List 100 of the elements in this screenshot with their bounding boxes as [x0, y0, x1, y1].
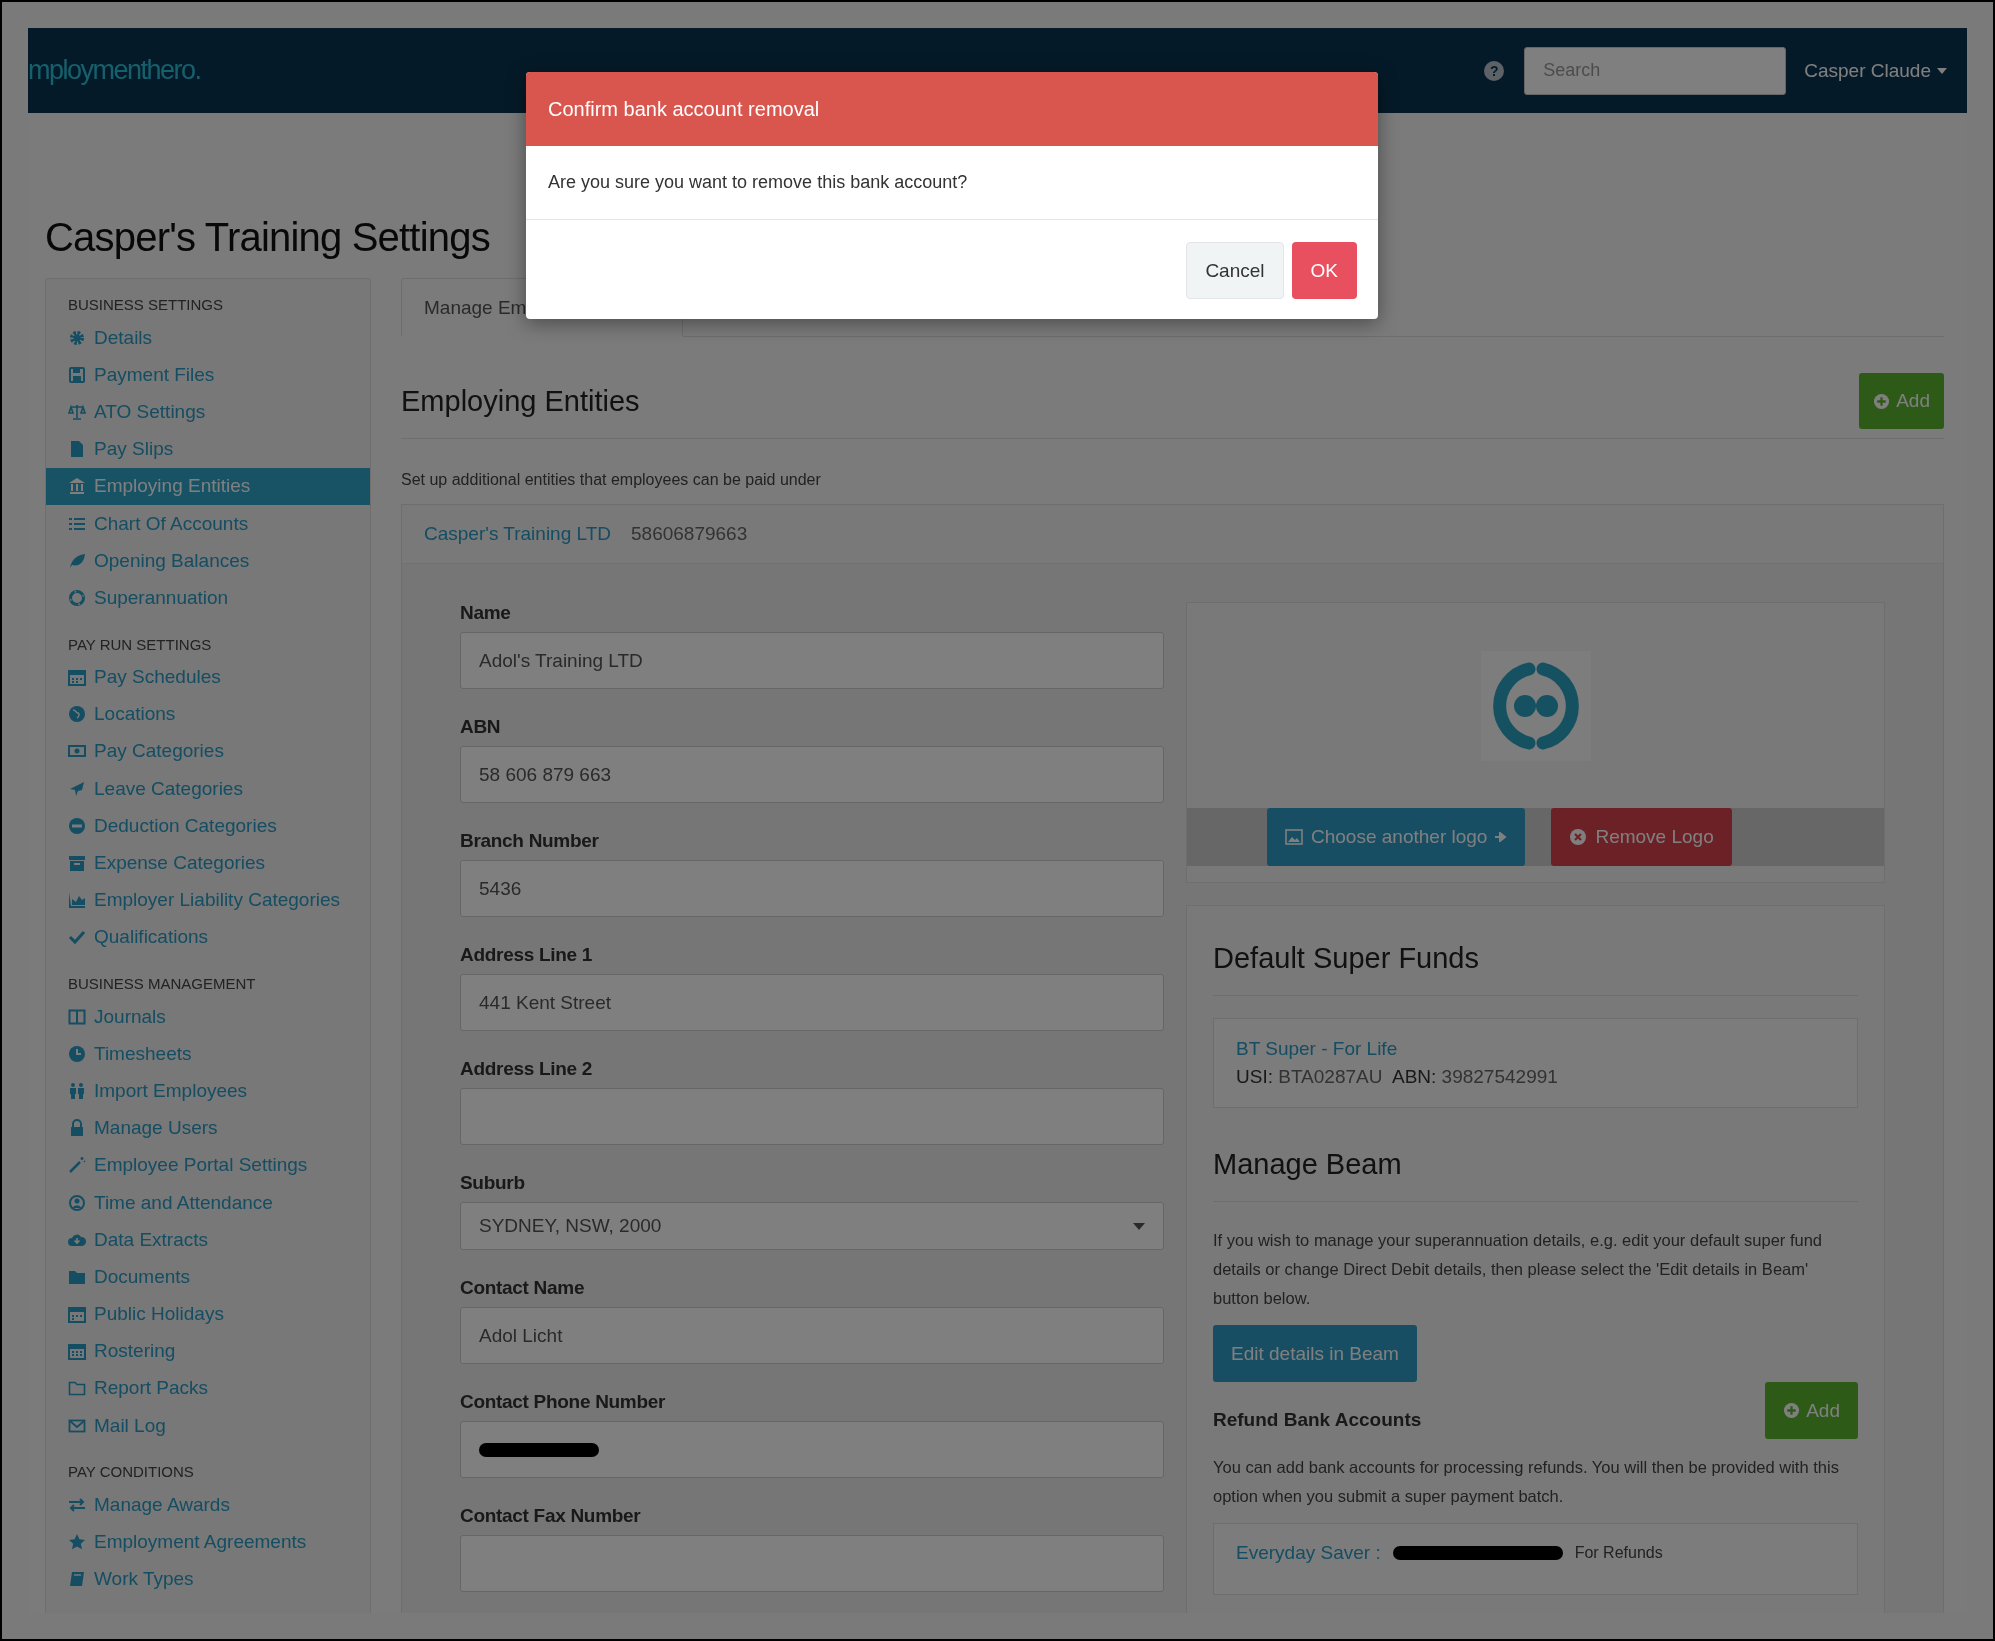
sidebar-heading: PAY CONDITIONS — [67, 1462, 195, 1483]
input-field[interactable] — [460, 1421, 1164, 1478]
sidebar-item[interactable]: Expense Categories — [46, 844, 370, 882]
input-field[interactable]: 58 606 879 663 — [460, 746, 1164, 803]
account-link[interactable]: Everyday Saver : — [1236, 1542, 1381, 1564]
field-label: Contact Phone Number — [460, 1391, 667, 1413]
input-field[interactable]: Adol Licht — [460, 1307, 1164, 1364]
sidebar-item[interactable]: Employment Agreements — [46, 1523, 370, 1561]
dialog-message: Are you sure you want to remove this bank account? — [526, 146, 1378, 220]
sidebar-item[interactable]: Pay Schedules — [46, 658, 370, 696]
sidebar-item[interactable]: Data Extracts — [46, 1221, 370, 1259]
arrow-icon — [1495, 832, 1508, 842]
sidebar-item[interactable]: Leave Categories — [46, 770, 370, 808]
sidebar-item[interactable]: Pay Categories — [46, 732, 370, 771]
archive-icon — [68, 854, 86, 873]
sidebar-item[interactable]: Pay Slips — [46, 430, 370, 468]
sidebar-item[interactable]: Work Types — [46, 1560, 370, 1598]
sidebar-item[interactable]: Employee Portal Settings — [46, 1146, 370, 1184]
usi-value: BTA0287AU — [1278, 1066, 1383, 1087]
sidebar-item[interactable]: Documents — [46, 1258, 370, 1296]
close-icon — [1569, 828, 1588, 846]
scale-icon — [68, 402, 86, 421]
sidebar-heading: PAY RUN SETTINGS — [67, 634, 213, 655]
sidebar-item[interactable]: Employing Entities — [46, 467, 370, 505]
sidebar-item[interactable]: Superannuation — [46, 579, 370, 617]
cancel-button[interactable]: Cancel — [1186, 242, 1284, 299]
refund-title: Refund Bank Accounts — [1213, 1408, 1422, 1431]
sidebar-item[interactable]: ATO Settings — [46, 393, 370, 431]
lock-icon — [68, 1119, 86, 1138]
life-ring-icon — [68, 588, 86, 607]
plane-icon — [68, 779, 86, 798]
sidebar-item[interactable]: Manage Awards — [46, 1486, 370, 1524]
field-label: Contact Fax Number — [460, 1505, 642, 1527]
entity-link[interactable]: Casper's Training LTD — [424, 523, 611, 545]
sidebar-item[interactable]: Public Holidays — [46, 1295, 370, 1333]
remove-logo-button[interactable]: Remove Logo — [1551, 808, 1732, 866]
brand-logo[interactable]: mploymenthero. — [28, 55, 201, 86]
input-field[interactable]: 5436 — [460, 860, 1164, 917]
sidebar-item[interactable]: Import Employees — [46, 1072, 370, 1110]
page-title: Casper's Training Settings — [45, 214, 491, 261]
bank-icon — [68, 477, 86, 496]
refund-description: You can add bank accounts for processing refunds. You will then be provided with this option when you submit a super payment batch. — [1213, 1457, 1840, 1507]
dialog-title: Confirm bank account removal — [526, 72, 1378, 146]
sidebar-item[interactable]: Report Packs — [46, 1369, 370, 1408]
columns-icon — [68, 1007, 86, 1026]
check-icon — [68, 928, 86, 947]
section-title: Employing Entities — [401, 384, 640, 418]
help-icon[interactable]: ? — [1484, 60, 1505, 81]
sidebar-item[interactable]: Qualifications — [46, 918, 370, 956]
abn-label: ABN: — [1391, 1066, 1437, 1087]
wand-icon — [68, 1156, 86, 1175]
sidebar-item[interactable]: Locations — [46, 695, 370, 733]
plus-circle-icon — [1783, 1402, 1801, 1419]
sidebar-item[interactable]: Mail Log — [46, 1407, 370, 1445]
ok-button[interactable]: OK — [1291, 242, 1357, 299]
calendar-icon — [68, 1342, 86, 1361]
panel-title: Default Super Funds — [1213, 942, 1858, 996]
folder-icon — [68, 1379, 86, 1398]
image-icon — [1285, 828, 1303, 846]
input-field[interactable] — [460, 1088, 1164, 1145]
calendar-icon — [68, 1305, 86, 1324]
star-icon — [68, 1533, 86, 1552]
sidebar-heading: BUSINESS MANAGEMENT — [67, 974, 257, 994]
input-field[interactable] — [460, 1535, 1164, 1592]
add-button[interactable]: Add — [1765, 1382, 1858, 1439]
sidebar-item[interactable]: Opening Balances — [46, 542, 370, 580]
user-menu[interactable]: Casper Claude — [1804, 59, 1947, 82]
field-label: ABN — [460, 716, 502, 738]
account-note: For Refunds — [1574, 1544, 1663, 1562]
sidebar-item[interactable]: Manage Users — [46, 1109, 370, 1147]
field-label: Address Line 1 — [460, 944, 593, 966]
field-label: Name — [460, 602, 512, 624]
clock-icon — [68, 1044, 86, 1063]
sidebar-item[interactable]: Details — [46, 319, 370, 357]
minus-circle-icon — [68, 816, 86, 835]
field-label: Branch Number — [460, 830, 600, 852]
plus-circle-icon — [1873, 392, 1891, 410]
edit-beam-button[interactable]: Edit details in Beam — [1213, 1325, 1417, 1382]
fund-link[interactable]: BT Super - For Life — [1236, 1035, 1835, 1063]
sidebar-item[interactable]: Payment Files — [46, 356, 370, 394]
sidebar-item[interactable]: Employer Liability Categories — [46, 881, 370, 919]
input-field[interactable]: Adol's Training LTD — [460, 632, 1164, 689]
entity-number: 58606879663 — [631, 523, 748, 545]
section-description: Set up additional entities that employees can be paid under — [401, 471, 822, 489]
add-button[interactable]: Add — [1859, 373, 1944, 429]
field-label: Contact Name — [460, 1277, 586, 1299]
field-label: Address Line 2 — [460, 1058, 593, 1080]
suburb-dropdown[interactable]: SYDNEY, NSW, 2000 — [460, 1202, 1164, 1250]
sidebar-item[interactable]: Time and Attendance — [46, 1183, 370, 1222]
sidebar-item[interactable]: Chart Of Accounts — [46, 504, 370, 543]
sidebar-item[interactable]: Timesheets — [46, 1035, 370, 1073]
choose-logo-button[interactable]: Choose another logo — [1267, 808, 1526, 866]
calendar-icon — [68, 668, 86, 687]
input-field[interactable]: 441 Kent Street — [460, 974, 1164, 1031]
panel-title: Manage Beam — [1213, 1148, 1858, 1202]
people-icon — [68, 1081, 86, 1100]
sidebar-item[interactable]: Journals — [46, 998, 370, 1036]
sidebar-item[interactable]: Rostering — [46, 1332, 370, 1370]
sidebar-item[interactable]: Deduction Categories — [46, 807, 370, 845]
caret-icon — [1133, 1222, 1145, 1230]
